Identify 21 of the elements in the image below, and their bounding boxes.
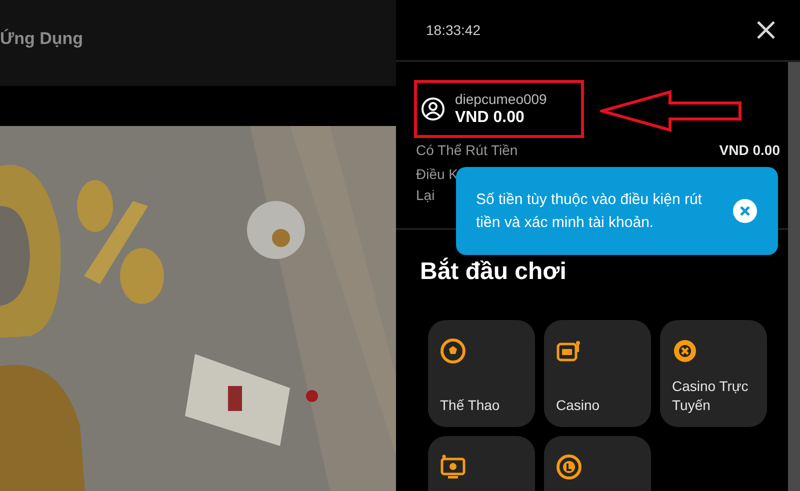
conditions-label: Lại xyxy=(416,186,435,205)
close-tooltip-button[interactable] xyxy=(732,198,758,224)
withdrawable-amount: VND 0.00 xyxy=(719,142,780,158)
withdrawable-label: Có Thể Rút Tiền xyxy=(416,142,518,158)
section-title: Bắt đầu chơi xyxy=(420,258,568,286)
game-category-tile[interactable]: Casino Trực Tuyến xyxy=(660,320,767,427)
scrollbar[interactable] xyxy=(788,62,800,491)
tooltip-text: Số tiền tùy thuộc vào điều kiện rút tiền và xác minh tài khoản. xyxy=(476,190,703,233)
soccer-ball-icon xyxy=(440,338,466,364)
chip-icon xyxy=(672,338,698,364)
tv-icon xyxy=(440,454,466,480)
nav-link[interactable]: Ứng Dụng xyxy=(0,29,84,49)
game-category-tile[interactable]: Thế Thao xyxy=(428,320,535,427)
balance: VND 0.00 xyxy=(455,109,526,127)
coin-icon xyxy=(556,454,582,480)
close-button[interactable] xyxy=(756,20,776,40)
slot-machine-icon xyxy=(556,338,582,364)
username: diepcumeo009 xyxy=(455,91,547,107)
user-icon xyxy=(421,97,445,121)
game-category-tile[interactable]: Casino xyxy=(544,320,651,427)
clock-time: 18:33:42 xyxy=(426,22,480,38)
